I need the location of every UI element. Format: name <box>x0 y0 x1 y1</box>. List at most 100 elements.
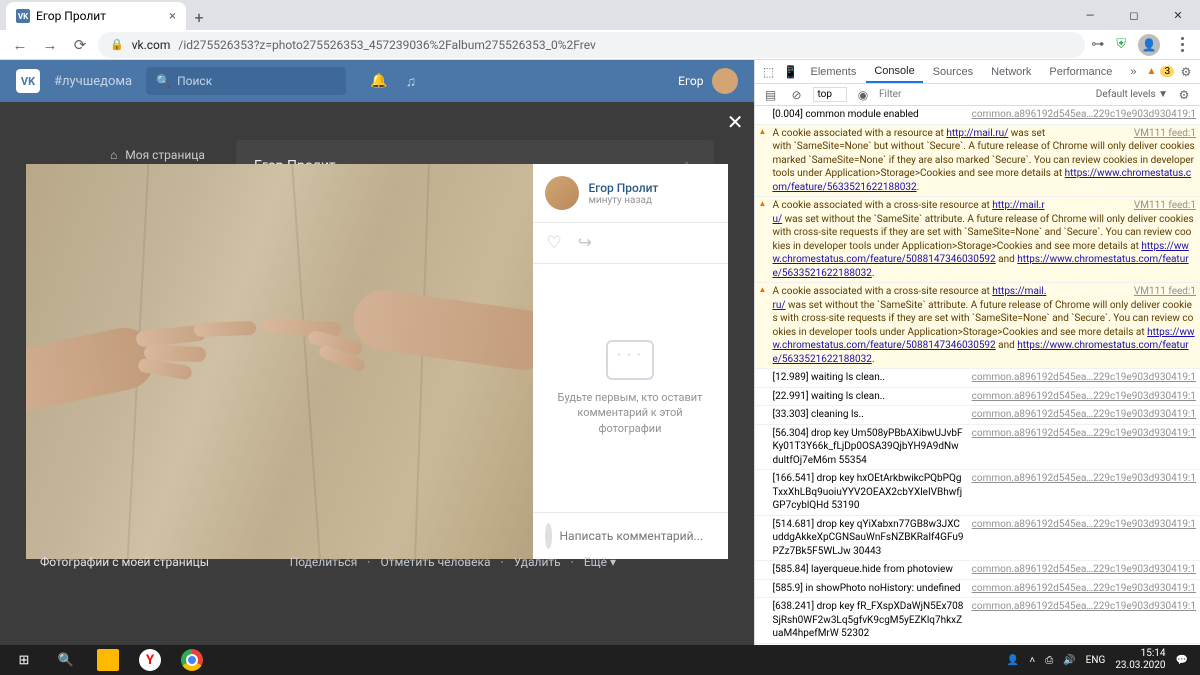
tray-lang[interactable]: ENG <box>1086 655 1106 666</box>
music-icon[interactable]: ♫ <box>406 73 417 90</box>
photo-author-block: Егор Пролит минуту назад <box>533 164 728 223</box>
vk-username: Егор <box>678 74 703 88</box>
tray-people-icon[interactable]: 👤 <box>1007 655 1019 666</box>
clear-console-icon[interactable]: ⊘ <box>787 88 807 102</box>
like-icon[interactable]: ♡ <box>547 233 562 253</box>
chrome-icon[interactable] <box>172 645 212 675</box>
album-title[interactable]: Фотографии с моей страницы <box>40 555 209 569</box>
viewer-sidebar: Егор Пролит минуту назад ♡ ↪ Будьте перв… <box>533 164 728 559</box>
photo-timestamp: минуту назад <box>589 195 659 206</box>
tab-title: Егор Пролит <box>36 9 106 23</box>
devtools-panel: ⬚ 📱 Elements Console Sources Network Per… <box>754 60 1200 645</box>
nav-my-page: ⌂ Моя страница <box>110 148 205 162</box>
file-explorer-icon[interactable] <box>88 645 128 675</box>
address-bar[interactable]: 🔒 vk.com/id275526353?z=photo275526353_45… <box>98 32 1085 58</box>
filter-input[interactable] <box>879 89 939 100</box>
tray-volume-icon[interactable]: 🔊 <box>1063 655 1075 666</box>
console-row: [166.541] drop key hxOEtArkbwikcPQbPQgTx… <box>755 470 1200 516</box>
vk-logo[interactable]: VK <box>16 69 40 93</box>
vk-header: VK #лучшедома 🔍 Поиск 🔔 ♫ Егор <box>0 60 754 102</box>
levels-selector[interactable]: Default levels ▼ <box>1096 89 1168 100</box>
photo-content[interactable] <box>26 164 533 559</box>
sidebar-toggle-icon[interactable]: ▤ <box>761 88 781 102</box>
lock-icon: 🔒 <box>110 38 124 51</box>
vk-user-menu[interactable]: Егор <box>678 68 737 94</box>
profile-avatar[interactable]: 👤 <box>1138 34 1160 56</box>
new-tab-button[interactable]: + <box>186 4 212 30</box>
share-link[interactable]: Поделиться <box>290 555 358 569</box>
reload-button[interactable]: ⟳ <box>68 33 92 57</box>
tray-up-icon[interactable]: ˄ <box>1029 655 1035 666</box>
url-host: vk.com <box>132 38 171 52</box>
forward-button[interactable]: → <box>38 33 62 57</box>
tab-elements[interactable]: Elements <box>803 62 865 82</box>
shield-icon[interactable]: ⛨ <box>1116 37 1126 52</box>
search-icon: 🔍 <box>156 74 171 88</box>
console-row: A cookie associated with a resource at h… <box>755 125 1200 198</box>
console-row: [33.303] cleaning ls..common.a896192d545… <box>755 406 1200 425</box>
console-row: [514.681] drop key qYiXabxn77GB8w3JXCudd… <box>755 516 1200 562</box>
more-link[interactable]: Ещё ▾ <box>584 555 616 569</box>
viewer-footer: Фотографии с моей страницы Поделиться· О… <box>26 547 630 577</box>
warn-count[interactable]: 3 <box>1160 66 1174 77</box>
tray-notifications-icon[interactable]: 💬 <box>1176 655 1188 666</box>
tab-performance[interactable]: Performance <box>1041 62 1120 82</box>
devtools-tabs: ⬚ 📱 Elements Console Sources Network Per… <box>755 60 1200 84</box>
taskbar-search-icon[interactable]: 🔍 <box>46 645 86 675</box>
console-row: A cookie associated with a cross-site re… <box>755 283 1200 369</box>
tag-link[interactable]: Отметить человека <box>380 555 490 569</box>
windows-taskbar: ⊞ 🔍 Y 👤 ˄ ⎙ 🔊 ENG 15:14 23.03.2020 💬 <box>0 645 1200 675</box>
vk-hashtag[interactable]: #лучшедома <box>54 74 132 89</box>
console-row: [585.84] layerqueue.hide from photoviewc… <box>755 561 1200 580</box>
taskbar-clock[interactable]: 15:14 23.03.2020 <box>1115 648 1165 672</box>
console-row: [12.989] waiting ls clean..common.a89619… <box>755 369 1200 388</box>
comment-input[interactable] <box>560 529 716 543</box>
context-selector[interactable]: top <box>813 87 848 102</box>
notifications-icon[interactable]: 🔔 <box>370 73 387 90</box>
url-path: /id275526353?z=photo275526353_457239036%… <box>178 38 595 52</box>
author-name[interactable]: Егор Пролит <box>589 181 659 195</box>
console-row: [638.241] drop key fR_FXspXDaWjN5Ex708Sj… <box>755 598 1200 644</box>
console-settings-icon[interactable]: ⚙ <box>1174 88 1194 102</box>
tab-console[interactable]: Console <box>866 61 922 83</box>
author-avatar[interactable] <box>545 176 579 210</box>
toolbar-right: ⊶ ⛨ 👤 <box>1091 34 1192 56</box>
photo-viewer: Егор Пролит минуту назад ♡ ↪ Будьте перв… <box>26 164 728 559</box>
warn-badge-icon: ▲ <box>1147 66 1157 77</box>
home-icon: ⌂ <box>110 148 117 162</box>
console-row: [22.991] waiting ls clean..common.a89619… <box>755 388 1200 407</box>
console-row: [585.9] in showPhoto noHistory: undefine… <box>755 580 1200 599</box>
my-avatar <box>545 523 552 549</box>
share-icon[interactable]: ↪ <box>578 233 592 253</box>
console-row: A cookie associated with a cross-site re… <box>755 197 1200 283</box>
vk-search[interactable]: 🔍 Поиск <box>146 67 346 95</box>
delete-link[interactable]: Удалить <box>514 555 561 569</box>
eye-icon[interactable]: ◉ <box>853 88 873 102</box>
browser-tab[interactable]: VK Егор Пролит × <box>6 2 186 30</box>
yandex-browser-icon[interactable]: Y <box>130 645 170 675</box>
tab-overflow[interactable]: » <box>1122 62 1144 82</box>
back-button[interactable]: ← <box>8 33 32 57</box>
tray-network-icon[interactable]: ⎙ <box>1045 655 1053 666</box>
console-input[interactable]: var i = 0; var act = 0; setInterval(func… <box>755 644 1200 646</box>
tab-sources[interactable]: Sources <box>925 62 981 82</box>
start-button[interactable]: ⊞ <box>4 645 44 675</box>
inspect-icon[interactable]: ⬚ <box>759 65 779 79</box>
browser-toolbar: ← → ⟳ 🔒 vk.com/id275526353?z=photo275526… <box>0 30 1200 60</box>
search-placeholder: Поиск <box>177 74 212 88</box>
empty-comments: Будьте первым, кто оставит комментарий к… <box>533 264 728 512</box>
key-icon[interactable]: ⊶ <box>1091 37 1104 52</box>
vk-page: VK #лучшедома 🔍 Поиск 🔔 ♫ Егор ⌂ Моя стр… <box>0 60 754 645</box>
minimize-button[interactable]: — <box>1068 0 1112 30</box>
console-row: [56.304] drop key Um508yPBbAXibwUJvbFKy0… <box>755 425 1200 471</box>
close-viewer-button[interactable]: ✕ <box>727 110 744 134</box>
device-icon[interactable]: 📱 <box>781 65 801 79</box>
close-window-button[interactable]: ✕ <box>1156 0 1200 30</box>
tab-network[interactable]: Network <box>983 62 1039 82</box>
devtools-settings-icon[interactable]: ⚙ <box>1176 65 1196 79</box>
maximize-button[interactable]: ◻ <box>1112 0 1156 30</box>
console-output[interactable]: [0.004] common module enabledcommon.a896… <box>755 106 1200 645</box>
browser-menu-button[interactable] <box>1172 37 1192 52</box>
vk-favicon: VK <box>16 9 30 23</box>
tab-close-icon[interactable]: × <box>169 9 176 24</box>
